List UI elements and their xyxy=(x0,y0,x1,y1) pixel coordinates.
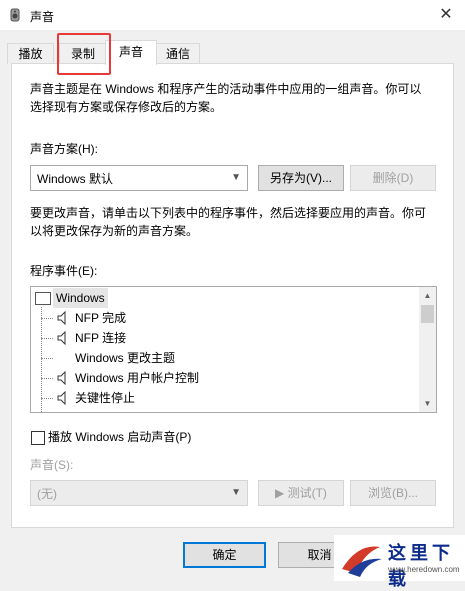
events-label: 程序事件(E): xyxy=(30,264,98,278)
window-title: 声音 xyxy=(30,10,55,24)
window-icon xyxy=(35,292,51,305)
scheme-select[interactable]: Windows 默认 ▼ xyxy=(30,165,248,191)
list-item[interactable]: 关键性停止 xyxy=(31,388,417,408)
tab-communications[interactable]: 通信 xyxy=(156,43,200,64)
sound-label: 声音(S): xyxy=(30,458,74,472)
close-button[interactable]: ✕ xyxy=(435,4,457,26)
chevron-down-icon: ▼ xyxy=(231,487,241,498)
browse-button[interactable]: 浏览(B)... xyxy=(350,480,436,506)
watermark-url: www.heredown.com xyxy=(388,565,460,574)
close-icon: ✕ xyxy=(439,6,453,23)
watermark: 这里下载 www.heredown.com xyxy=(334,535,465,589)
title-bar: 声音 ✕ xyxy=(0,0,465,30)
sound-value: (无) xyxy=(37,487,57,501)
scheme-value: Windows 默认 xyxy=(37,172,114,186)
speaker-app-icon xyxy=(10,8,20,22)
events-scrollbar[interactable]: ▲ ▼ xyxy=(419,287,436,412)
scroll-up-icon[interactable]: ▲ xyxy=(419,287,436,304)
tab-playback[interactable]: 播放 xyxy=(7,43,54,64)
scheme-label: 声音方案(H): xyxy=(30,142,98,156)
play-icon: ▶ xyxy=(275,486,288,500)
sound-select[interactable]: (无) ▼ xyxy=(30,480,248,506)
tab-recording[interactable]: 录制 xyxy=(59,43,107,64)
speaker-icon xyxy=(57,391,66,405)
ok-button[interactable]: 确定 xyxy=(183,542,266,568)
list-item[interactable]: NFP 连接 xyxy=(31,328,417,348)
test-button[interactable]: ▶ 测试(T) xyxy=(258,480,344,506)
save-as-button[interactable]: 另存为(V)... xyxy=(258,165,344,191)
speaker-icon xyxy=(57,311,66,325)
speaker-icon xyxy=(57,331,66,345)
scroll-thumb[interactable] xyxy=(421,305,434,323)
list-item[interactable]: Windows xyxy=(31,288,417,308)
watermark-logo xyxy=(342,546,382,577)
list-item[interactable]: Windows 用户帐户控制 xyxy=(31,368,417,388)
description-line-2: 选择现有方案或保存修改后的方案。 xyxy=(30,100,223,114)
tab-sounds[interactable]: 声音 xyxy=(105,40,157,65)
startup-sound-label: 播放 Windows 启动声音(P) xyxy=(48,430,192,444)
scroll-down-icon[interactable]: ▼ xyxy=(419,395,436,412)
list-item[interactable]: Windows 更改主题 xyxy=(31,348,417,368)
events-list[interactable]: Windows NFP 完成 NFP 连接 Windows 更改主题 Windo… xyxy=(30,286,437,413)
speaker-icon xyxy=(57,371,66,385)
list-item[interactable]: NFP 完成 xyxy=(31,308,417,328)
instruction-line-1: 要更改声音，请单击以下列表中的程序事件，然后选择要应用的声音。你可 xyxy=(30,206,427,220)
instruction-line-2: 以将更改保存为新的声音方案。 xyxy=(30,224,199,238)
delete-button[interactable]: 删除(D) xyxy=(350,165,436,191)
description-line-1: 声音主题是在 Windows 和程序产生的活动事件中应用的一组声音。你可以 xyxy=(30,82,422,96)
startup-sound-checkbox[interactable] xyxy=(31,431,45,445)
chevron-down-icon: ▼ xyxy=(231,172,241,183)
